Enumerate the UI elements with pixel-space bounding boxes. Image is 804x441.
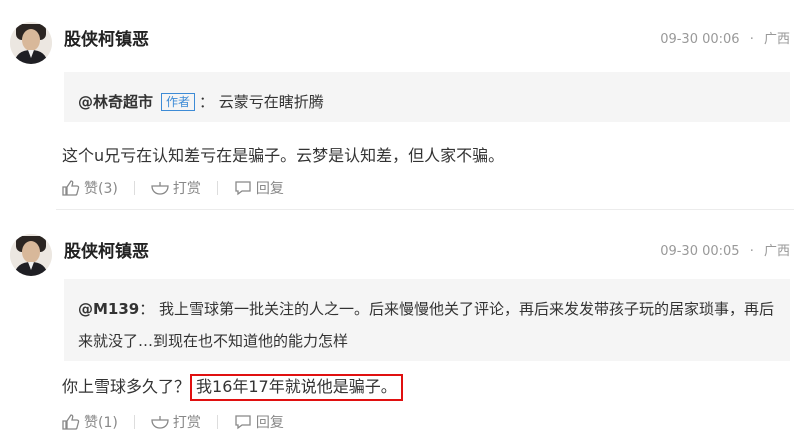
timestamp: 09-30 00:05 xyxy=(660,244,740,259)
reward-icon xyxy=(151,182,169,195)
highlighted-text: 我16年17年就说他是骗子。 xyxy=(190,374,403,401)
reply-button[interactable]: 回复 xyxy=(234,412,284,432)
comment-icon xyxy=(235,181,251,196)
avatar[interactable] xyxy=(10,234,52,276)
comment-text: 你上雪球多久了？ 我16年17年就说他是骗子。 xyxy=(62,373,403,401)
timestamp: 09-30 00:06 xyxy=(660,32,740,47)
reply-label: 回复 xyxy=(255,181,284,197)
like-count: 赞(3) xyxy=(84,181,118,197)
location: 广西 xyxy=(763,32,790,47)
quote-text: ： 云蒙亏在瞎折腾 xyxy=(199,93,324,111)
username[interactable]: 股侠柯镇恶 xyxy=(64,237,149,262)
username[interactable]: 股侠柯镇恶 xyxy=(64,25,149,50)
avatar[interactable] xyxy=(10,22,52,64)
comment-actions: 赞(3) 打赏 回复 xyxy=(62,178,284,198)
comment-meta: 09-30 00:05 · 广西 xyxy=(654,240,790,259)
location: 广西 xyxy=(763,244,790,259)
mention-link[interactable]: @M139 xyxy=(78,300,139,318)
dot-separator: · xyxy=(749,32,754,47)
reply-button[interactable]: 回复 xyxy=(234,178,284,198)
thumbs-up-icon xyxy=(62,414,80,430)
comment-icon xyxy=(235,415,251,430)
reply-label: 回复 xyxy=(255,415,284,431)
quote-text: ： 我上雪球第一批关注的人之一。后来慢慢他关了评论，再后来发发带孩子玩的居家琐事… xyxy=(78,300,775,350)
divider xyxy=(133,181,135,195)
author-tag: 作者 xyxy=(161,93,196,111)
divider xyxy=(216,181,218,195)
comment-divider xyxy=(56,209,794,210)
like-button[interactable]: 赞(1) xyxy=(62,412,118,432)
thumbs-up-icon xyxy=(62,180,80,196)
comment-text-part: 你上雪球多久了？ xyxy=(62,377,191,396)
dot-separator: · xyxy=(749,244,754,259)
comment-text: 这个u兄亏在认知差亏在是骗子。云梦是认知差，但人家不骗。 xyxy=(62,146,505,165)
like-count: 赞(1) xyxy=(84,415,118,431)
comment-item: 股侠柯镇恶 09-30 00:06 · 广西 @林奇超市 作者： 云蒙亏在瞎折腾 … xyxy=(0,0,804,210)
reward-label: 打赏 xyxy=(172,415,201,431)
comment-item: 股侠柯镇恶 09-30 00:05 · 广西 @M139： 我上雪球第一批关注的… xyxy=(0,212,804,441)
divider xyxy=(216,415,218,429)
comment-actions: 赞(1) 打赏 回复 xyxy=(62,412,284,432)
reward-button[interactable]: 打赏 xyxy=(151,412,201,432)
quoted-comment: @林奇超市 作者： 云蒙亏在瞎折腾 xyxy=(64,72,790,122)
reward-icon xyxy=(151,416,169,429)
reward-label: 打赏 xyxy=(172,181,201,197)
divider xyxy=(133,415,135,429)
quoted-comment: @M139： 我上雪球第一批关注的人之一。后来慢慢他关了评论，再后来发发带孩子玩… xyxy=(64,279,790,361)
reward-button[interactable]: 打赏 xyxy=(151,178,201,198)
like-button[interactable]: 赞(3) xyxy=(62,178,118,198)
comment-meta: 09-30 00:06 · 广西 xyxy=(654,28,790,47)
mention-link[interactable]: @林奇超市 xyxy=(78,93,153,111)
